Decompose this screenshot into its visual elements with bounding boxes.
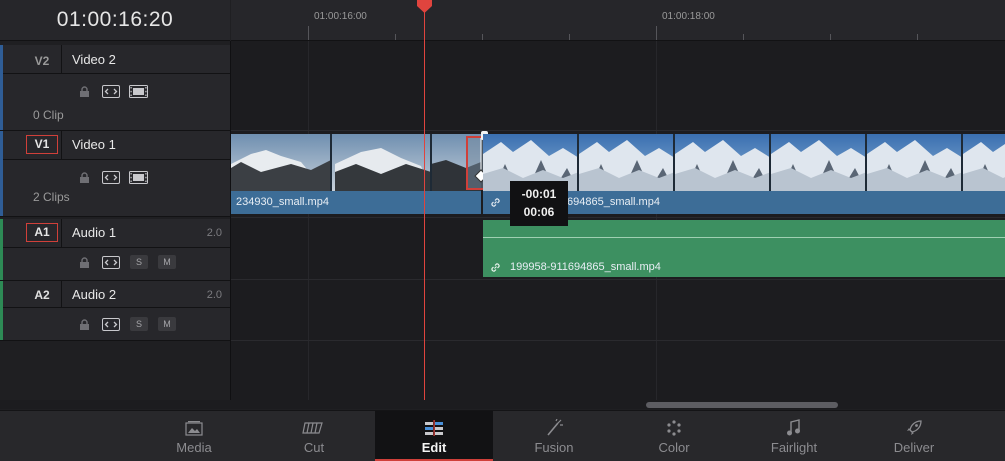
clip-name: 199958-911694865_small.mp4 [510,261,661,273]
track-header-v1[interactable]: V1 Video 1 2 Clips [0,131,230,217]
lock-icon[interactable] [78,256,90,268]
track-code-a1[interactable]: A1 [26,223,58,242]
nav-fairlight[interactable]: Fairlight [735,411,853,461]
track-name[interactable]: Video 2 [72,52,116,67]
ruler-tick [482,34,483,40]
track-code-v2[interactable]: V2 [26,53,58,69]
timeline-ruler[interactable]: 01:00:16:00 01:00:18:00 [231,0,1005,41]
clip-count: 2 Clips [33,190,70,204]
mute-button[interactable]: M [158,317,176,331]
ruler-tick [830,34,831,40]
nav-color[interactable]: Color [615,411,733,461]
audio-clip[interactable]: 199958-911694865_small.mp4 [483,220,1005,277]
track-name[interactable]: Audio 1 [72,225,116,240]
film-strip-icon[interactable] [129,170,148,184]
page-navigation: Media Cut Edit Fusion Color Fairlight De… [0,410,1005,461]
nav-media[interactable]: Media [135,411,253,461]
ruler-tick [743,34,744,40]
ruler-label: 01:00:16:00 [314,11,367,22]
timeline-area[interactable]: 234930_small.mp4 694865_small.mp4 199958… [231,41,1005,409]
track-headers: V2 Video 2 0 Clip V1 Video 1 2 Clips A1 … [0,41,231,409]
trim-tooltip: -00:01 00:06 [510,181,568,226]
track-code-a2[interactable]: A2 [26,287,58,303]
ruler-tick [395,34,396,40]
fusion-icon [544,419,564,437]
track-volume[interactable]: 2.0 [207,227,222,239]
deliver-icon [905,419,923,437]
playhead-marker-icon[interactable] [417,0,432,14]
track-name[interactable]: Video 1 [72,137,116,152]
link-icon [489,261,501,273]
clip-name: 694865_small.mp4 [567,196,660,208]
solo-button[interactable]: S [130,255,148,269]
auto-select-icon[interactable] [102,170,120,184]
video-clip[interactable]: 234930_small.mp4 [231,134,481,214]
ruler-tick [656,26,657,40]
track-code-v1[interactable]: V1 [26,135,58,154]
horizontal-scroll-track[interactable] [0,400,1005,409]
track-header-a2[interactable]: A2 Audio 2 2.0 S M [0,281,230,341]
clip-count: 0 Clip [33,108,64,122]
track-name[interactable]: Audio 2 [72,287,116,302]
ruler-tick [917,34,918,40]
film-strip-icon[interactable] [129,84,148,98]
color-icon [665,419,683,437]
nav-cut[interactable]: Cut [255,411,373,461]
nav-edit[interactable]: Edit [375,411,493,461]
track-header-v2[interactable]: V2 Video 2 0 Clip [0,45,230,131]
ruler-tick [308,26,309,40]
trim-duration: 00:06 [523,205,555,219]
playhead[interactable] [424,0,425,400]
clip-thumbnails [231,134,481,191]
nav-label: Color [658,440,690,455]
nav-deliver[interactable]: Deliver [855,411,973,461]
nav-label: Media [176,440,212,455]
cut-icon [302,419,326,437]
audio-level-line[interactable] [483,237,1005,238]
timecode-display: 01:00:16:20 [0,0,230,41]
solo-button[interactable]: S [130,317,148,331]
horizontal-scrollbar[interactable] [646,402,838,408]
mute-button[interactable]: M [158,255,176,269]
auto-select-icon[interactable] [102,255,120,269]
auto-select-icon[interactable] [102,84,120,98]
media-icon [185,419,203,437]
auto-select-icon[interactable] [102,317,120,331]
fairlight-icon [786,419,802,437]
ruler-tick [569,34,570,40]
lock-icon[interactable] [78,318,90,330]
nav-label: Edit [421,440,447,455]
edit-icon [423,419,445,437]
trim-offset: -00:01 [521,187,557,201]
track-volume[interactable]: 2.0 [207,289,222,301]
nav-fusion[interactable]: Fusion [495,411,613,461]
nav-label: Fairlight [770,440,818,455]
track-header-a1[interactable]: A1 Audio 1 2.0 S M [0,219,230,281]
nav-label: Cut [303,440,325,455]
nav-label: Fusion [534,440,574,455]
ruler-label: 01:00:18:00 [662,11,715,22]
lock-icon[interactable] [78,171,90,183]
clip-name: 234930_small.mp4 [236,196,329,208]
lock-icon[interactable] [78,85,90,97]
nav-label: Deliver [893,440,935,455]
link-icon [489,196,501,208]
